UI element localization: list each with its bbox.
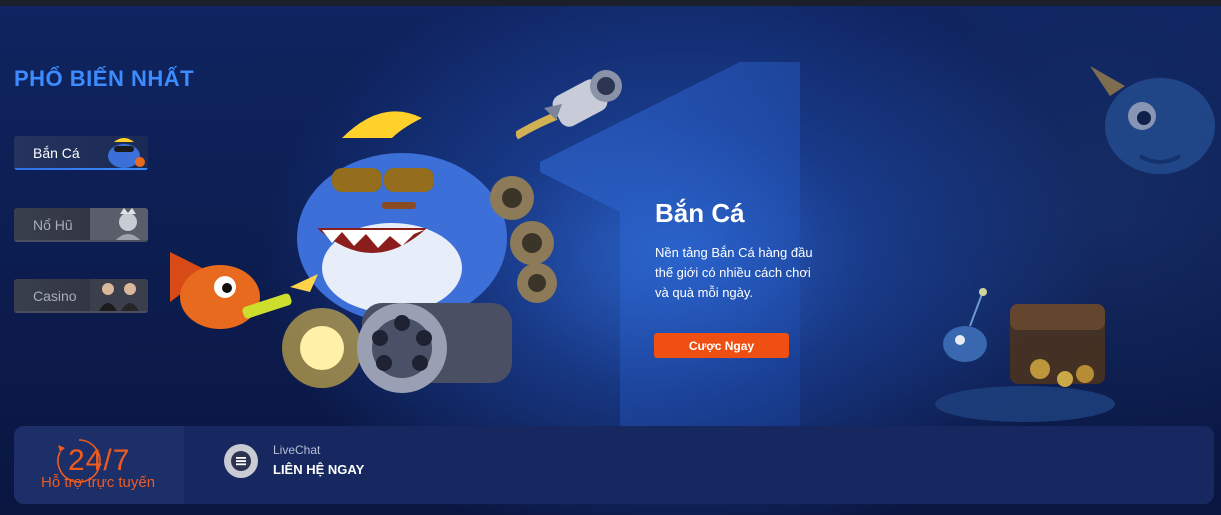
category-tab-no-hu[interactable]: Nổ Hũ <box>14 208 148 242</box>
promo-title: Bắn Cá <box>655 198 745 228</box>
popular-games-banner: PHỔ BIẾN NHẤT Bắn Cá Nổ Hũ Casino Bắn Cá… <box>0 6 1221 515</box>
support-bar: 24/7 Hỗ trợ trực tuyến LiveChat LIÊN HỆ … <box>14 426 1214 504</box>
promo-description: Nền tảng Bắn Cá hàng đầu thế giới có nhi… <box>655 245 813 300</box>
category-label: Casino <box>33 288 77 304</box>
support-hours: 24/7 <box>68 444 131 477</box>
bet-now-button[interactable]: Cược Ngay <box>654 333 789 358</box>
chat-icon[interactable] <box>224 444 258 478</box>
slot-game-thumbnail <box>90 208 148 242</box>
category-label: Nổ Hũ <box>33 217 73 233</box>
category-tab-casino[interactable]: Casino <box>14 279 148 313</box>
category-label: Bắn Cá <box>33 145 80 161</box>
section-title: PHỔ BIẾN NHẤT <box>14 66 195 91</box>
contact-now-link[interactable]: LIÊN HỆ NGAY <box>273 462 364 477</box>
background-fish-image <box>1090 66 1215 174</box>
treasure-chest-image <box>935 288 1115 422</box>
category-tab-ban-ca[interactable]: Bắn Cá <box>14 136 148 170</box>
fish-game-thumbnail <box>108 138 145 168</box>
goldfish-character-image <box>170 252 318 329</box>
support-24-7-panel: 24/7 Hỗ trợ trực tuyến <box>14 426 184 504</box>
livechat-label: LiveChat <box>273 443 321 457</box>
support-subtitle: Hỗ trợ trực tuyến <box>41 474 156 491</box>
casino-game-thumbnail <box>90 279 148 313</box>
